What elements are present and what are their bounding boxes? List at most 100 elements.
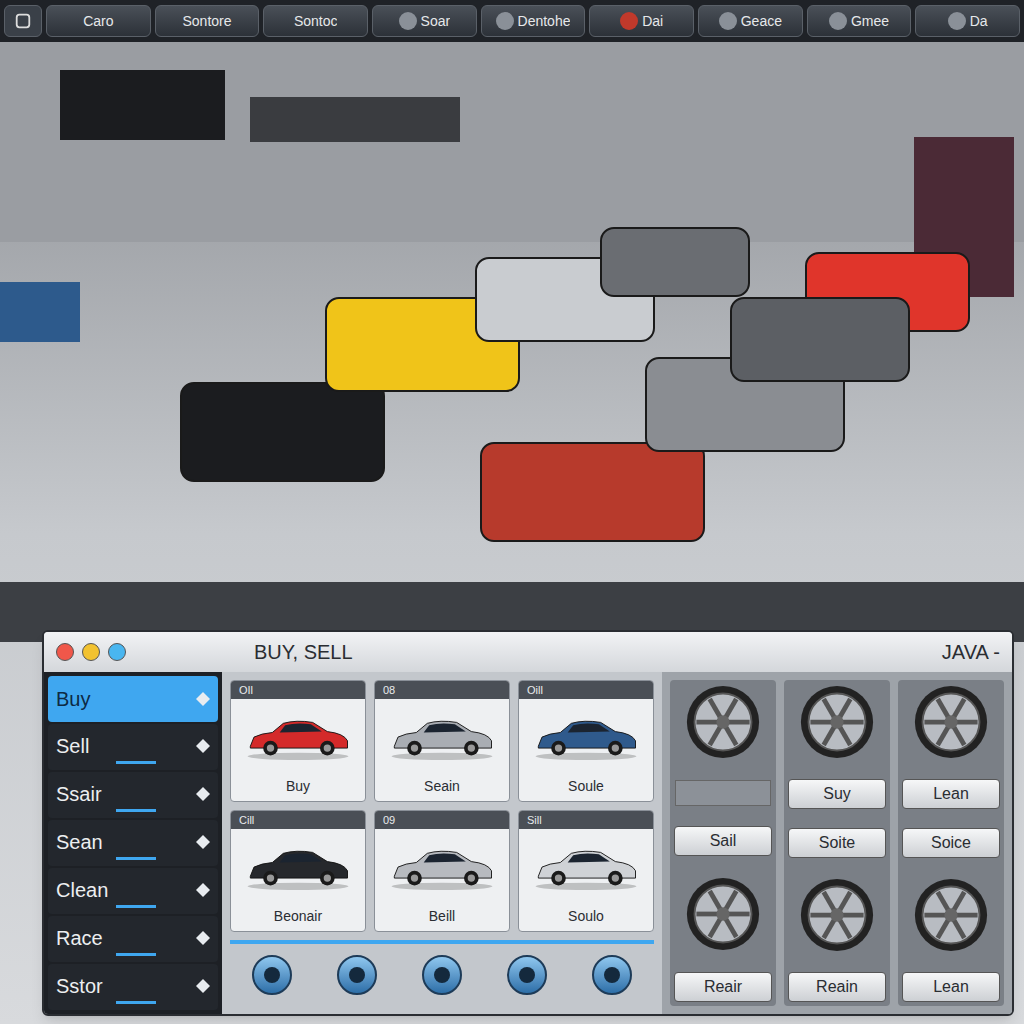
wheel-icon[interactable] <box>913 877 989 953</box>
scene-car <box>480 442 705 542</box>
card-label: Beonair <box>231 906 365 931</box>
card-label: Soulo <box>519 906 653 931</box>
wheel-column: Sail Reair <box>670 680 776 1006</box>
wall-sign <box>60 70 225 140</box>
car-icon <box>531 713 641 763</box>
tab-icon <box>496 12 514 30</box>
sidebar: BuySellSsairSeanCleanRaceSstor <box>44 672 222 1014</box>
wheel-button[interactable]: Reain <box>788 972 886 1002</box>
wheel-icon[interactable] <box>685 876 761 952</box>
round-button[interactable] <box>252 955 292 995</box>
wheel-icon[interactable] <box>913 684 989 760</box>
wheel-button[interactable]: Reair <box>674 972 772 1002</box>
wall-sign <box>250 97 460 142</box>
wheel-button[interactable]: Soite <box>788 828 886 858</box>
car-icon <box>387 713 497 763</box>
car-icon <box>243 843 353 893</box>
wheel-button[interactable]: Soice <box>902 828 1000 858</box>
car-card[interactable]: Cill Beonair <box>230 810 366 932</box>
round-button[interactable] <box>507 955 547 995</box>
wheel-button[interactable]: Lean <box>902 779 1000 809</box>
round-button[interactable] <box>422 955 462 995</box>
card-header: Sill <box>519 811 653 829</box>
car-icon <box>243 713 353 763</box>
tab-icon <box>399 12 417 30</box>
window-dot[interactable] <box>108 643 126 661</box>
item-bar <box>116 905 156 908</box>
wheel-column: Suy Soite Reain <box>784 680 890 1006</box>
top-tab[interactable]: Caro <box>46 5 151 37</box>
wheel-button[interactable]: Lean <box>902 972 1000 1002</box>
sidebar-item[interactable]: Sean <box>48 820 218 866</box>
item-bar <box>116 953 156 956</box>
panel-title: BUY, SELL <box>254 637 353 667</box>
sidebar-item[interactable]: Clean <box>48 868 218 914</box>
action-row <box>230 940 654 1006</box>
top-tab[interactable]: Dentohe <box>481 5 586 37</box>
diamond-icon <box>196 835 210 849</box>
car-card[interactable]: Oill Soule <box>518 680 654 802</box>
window-dot[interactable] <box>82 643 100 661</box>
workshop-scene: BUY, SELLJAVA -BuySellSsairSeanCleanRace… <box>0 42 1024 1024</box>
pc-desk <box>0 282 80 342</box>
tab-icon <box>620 12 638 30</box>
car-icon <box>387 843 497 893</box>
top-tab[interactable]: Geace <box>698 5 803 37</box>
home-icon <box>14 12 32 30</box>
sidebar-item[interactable]: Ssair <box>48 772 218 818</box>
tab-icon <box>719 12 737 30</box>
top-bar: CaroSontoreSontocSoarDentoheDaiGeaceGmee… <box>0 0 1024 42</box>
sidebar-item[interactable]: Sstor <box>48 964 218 1010</box>
top-tab[interactable]: Soar <box>372 5 477 37</box>
blank-slot <box>675 780 770 806</box>
top-tab[interactable]: Sontore <box>155 5 260 37</box>
shop-panel: BUY, SELLJAVA -BuySellSsairSeanCleanRace… <box>42 630 1014 1016</box>
card-header: 09 <box>375 811 509 829</box>
car-icon <box>531 843 641 893</box>
round-button[interactable] <box>337 955 377 995</box>
card-area: OIlBuy 08 Seain Oill Soule Cill Beonair 09 Beill… <box>222 672 662 1014</box>
card-header: 08 <box>375 681 509 699</box>
diamond-icon <box>196 931 210 945</box>
diamond-icon <box>196 739 210 753</box>
scene-car <box>730 297 910 382</box>
round-button[interactable] <box>592 955 632 995</box>
sidebar-item[interactable]: Sell <box>48 724 218 770</box>
car-card[interactable]: OIlBuy <box>230 680 366 802</box>
window-dot[interactable] <box>56 643 74 661</box>
card-label: Beill <box>375 906 509 931</box>
home-button[interactable] <box>4 5 42 37</box>
wheel-icon[interactable] <box>685 684 761 760</box>
wheel-icon[interactable] <box>799 684 875 760</box>
diamond-icon <box>196 787 210 801</box>
card-label: Seain <box>375 776 509 801</box>
panel-brand: JAVA - <box>942 637 1000 667</box>
card-label: Soule <box>519 776 653 801</box>
top-tab[interactable]: Sontoc <box>263 5 368 37</box>
top-tab[interactable]: Dai <box>589 5 694 37</box>
sidebar-item[interactable]: Race <box>48 916 218 962</box>
car-card[interactable]: 09 Beill <box>374 810 510 932</box>
diamond-icon <box>196 883 210 897</box>
tab-icon <box>829 12 847 30</box>
diamond-icon <box>196 979 210 993</box>
panel-body: BuySellSsairSeanCleanRaceSstorOIlBuy08Se… <box>44 672 1012 1014</box>
wheel-area: Sail Reair Suy Soite Reain Lean Soice Lean <box>662 672 1012 1014</box>
card-header: Cill <box>231 811 365 829</box>
car-card[interactable]: Sill Soulo <box>518 810 654 932</box>
wheel-button[interactable]: Suy <box>788 779 886 809</box>
card-header: Oill <box>519 681 653 699</box>
scene-car <box>180 382 385 482</box>
card-label: Buy <box>231 776 365 801</box>
sidebar-item[interactable]: Buy <box>48 676 218 722</box>
item-bar <box>116 761 156 764</box>
wheel-icon[interactable] <box>799 877 875 953</box>
car-card[interactable]: 08 Seain <box>374 680 510 802</box>
tab-icon <box>948 12 966 30</box>
item-bar <box>116 1001 156 1004</box>
top-tab[interactable]: Gmee <box>807 5 912 37</box>
panel-header: BUY, SELL JAVA - <box>44 632 1012 672</box>
wheel-button[interactable]: Sail <box>674 826 772 856</box>
wheel-column: Lean Soice Lean <box>898 680 1004 1006</box>
top-tab[interactable]: Da <box>915 5 1020 37</box>
